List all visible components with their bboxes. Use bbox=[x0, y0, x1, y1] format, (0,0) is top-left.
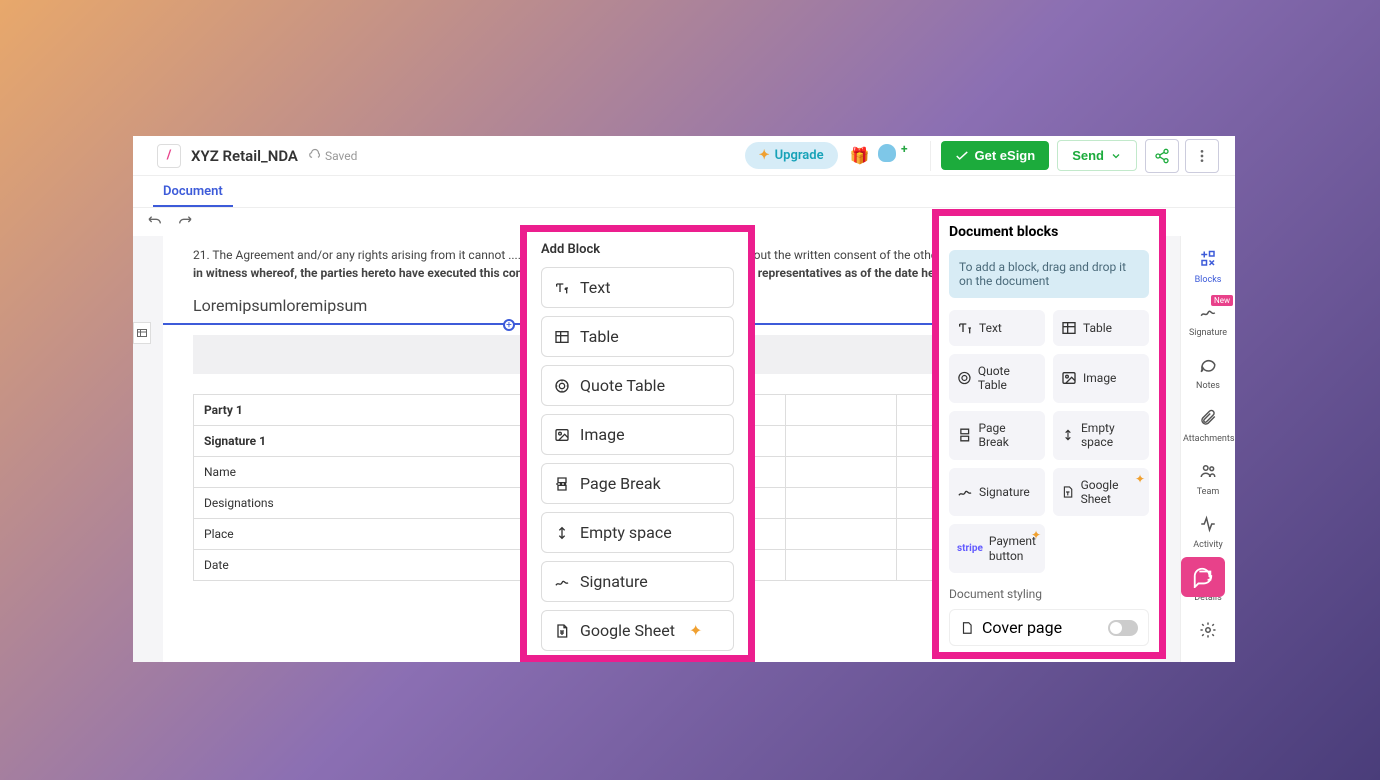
block-card-empty-space[interactable]: Empty space bbox=[1053, 411, 1149, 460]
document-title: XYZ Retail_NDA bbox=[191, 147, 298, 165]
document-blocks-panel: Document blocks To add a block, drag and… bbox=[932, 209, 1166, 659]
block-card-page-break[interactable]: Page Break bbox=[949, 411, 1045, 460]
block-card-payment-button[interactable]: stripe Payment button✦ bbox=[949, 524, 1045, 573]
topbar: / XYZ Retail_NDA Saved ✦Upgrade 🎁 + Get … bbox=[133, 136, 1235, 176]
block-card-signature[interactable]: Signature bbox=[949, 468, 1045, 517]
block-option-image[interactable]: Image bbox=[541, 414, 734, 455]
block-card-quote-table[interactable]: Quote Table bbox=[949, 354, 1045, 403]
share-button[interactable] bbox=[1145, 139, 1179, 173]
rail-settings[interactable] bbox=[1181, 613, 1235, 651]
block-option-text[interactable]: Text bbox=[541, 267, 734, 308]
tip-text: To add a block, drag and drop it on the … bbox=[949, 250, 1149, 298]
panel-title: Document blocks bbox=[949, 224, 1149, 240]
redo-icon[interactable] bbox=[177, 214, 193, 230]
get-esign-button[interactable]: Get eSign bbox=[941, 141, 1050, 170]
saved-status: Saved bbox=[308, 148, 357, 163]
block-option-empty-space[interactable]: Empty space bbox=[541, 512, 734, 553]
rail-blocks[interactable]: Blocks bbox=[1181, 242, 1235, 293]
chat-fab[interactable] bbox=[1181, 557, 1225, 597]
add-user-button[interactable]: + bbox=[878, 144, 906, 168]
block-option-page-break[interactable]: Page Break bbox=[541, 463, 734, 504]
tab-document[interactable]: Document bbox=[153, 178, 233, 207]
block-card-image[interactable]: Image bbox=[1053, 354, 1149, 403]
new-badge: New bbox=[1211, 295, 1233, 306]
block-card-table[interactable]: Table bbox=[1053, 310, 1149, 346]
more-button[interactable] bbox=[1185, 139, 1219, 173]
block-option-quote-table[interactable]: Quote Table bbox=[541, 365, 734, 406]
rail-attachments[interactable]: Attachments bbox=[1181, 401, 1235, 452]
rail-notes[interactable]: Notes bbox=[1181, 348, 1235, 399]
undo-icon[interactable] bbox=[147, 214, 163, 230]
cover-page-toggle[interactable] bbox=[1108, 620, 1138, 636]
insert-handle-icon[interactable]: + bbox=[503, 319, 515, 331]
rail-activity[interactable]: Activity bbox=[1181, 507, 1235, 558]
styling-heading: Document styling bbox=[949, 587, 1149, 601]
block-option-google-sheet[interactable]: Google Sheet✦ bbox=[541, 610, 734, 651]
upgrade-button[interactable]: ✦Upgrade bbox=[745, 142, 838, 169]
cover-page-row: Cover page bbox=[949, 609, 1149, 646]
block-option-payment-button[interactable]: stripe Payment button✦ New bbox=[541, 659, 734, 662]
block-card-google-sheet[interactable]: Google Sheet✦ bbox=[1053, 468, 1149, 517]
block-option-signature[interactable]: Signature bbox=[541, 561, 734, 602]
app-logo: / bbox=[157, 144, 181, 168]
add-block-panel: Add Block Text Table Quote Table Image P… bbox=[520, 225, 755, 662]
rail-signature[interactable]: New Signature bbox=[1181, 295, 1235, 346]
tab-bar: Document bbox=[133, 176, 1235, 208]
right-rail: Blocks New Signature Notes Attachments T… bbox=[1180, 236, 1235, 662]
rail-team[interactable]: Team bbox=[1181, 454, 1235, 505]
block-option-table[interactable]: Table bbox=[541, 316, 734, 357]
gift-icon[interactable]: 🎁 bbox=[850, 146, 870, 165]
outline-toggle[interactable] bbox=[133, 322, 151, 344]
block-card-text[interactable]: Text bbox=[949, 310, 1045, 346]
send-button[interactable]: Send bbox=[1057, 140, 1137, 171]
panel-title: Add Block bbox=[541, 242, 734, 257]
